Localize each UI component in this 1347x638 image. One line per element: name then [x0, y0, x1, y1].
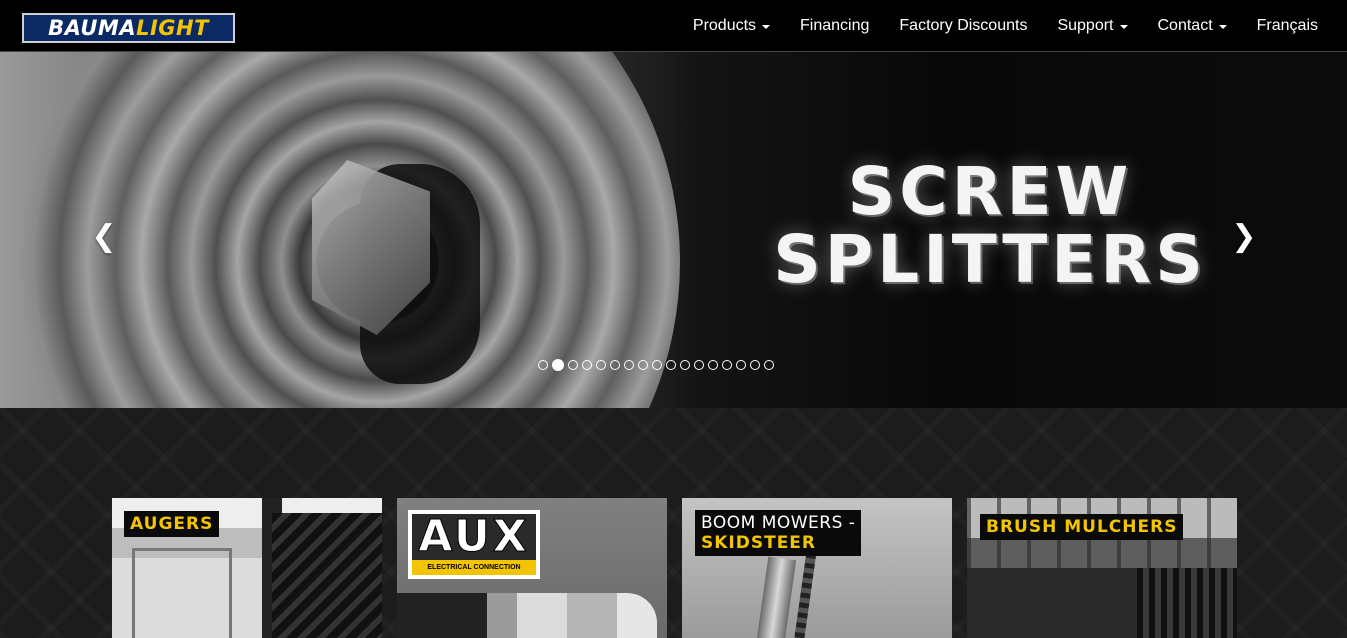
main-menu: Products Financing Factory Discounts Sup…	[678, 0, 1333, 52]
nav-label: Français	[1256, 17, 1318, 34]
electrical-connector-image	[397, 593, 657, 638]
carousel-indicator-dot[interactable]	[750, 360, 760, 370]
hero-carousel: SCREW SPLITTERS ❮ ❯	[0, 52, 1347, 408]
top-navbar: BAUMA LIGHT Products Financing Factory Di…	[0, 0, 1347, 52]
nav-label: Financing	[800, 17, 870, 34]
hero-title-line2: SPLITTERS	[773, 221, 1207, 298]
carousel-indicator-dot[interactable]	[736, 360, 746, 370]
nav-label: Contact	[1157, 17, 1213, 34]
carousel-indicator-dot[interactable]	[652, 360, 662, 370]
nav-item-financing[interactable]: Financing	[785, 0, 884, 52]
product-card-augers[interactable]: AUGERS	[112, 498, 382, 638]
carousel-indicator-dot[interactable]	[538, 360, 548, 370]
card-label-line1: BOOM MOWERS -	[701, 513, 856, 533]
carousel-indicator-dot[interactable]	[764, 360, 774, 370]
card-label-brush-mulchers: BRUSH MULCHERS	[980, 514, 1184, 540]
aux-logo-subtext: ELECTRICAL CONNECTION	[412, 560, 536, 575]
logo-text-bauma: BAUMA	[48, 16, 137, 40]
carousel-indicator-dot[interactable]	[680, 360, 690, 370]
aux-logo-text: AUX	[418, 511, 530, 562]
carousel-indicator-dot[interactable]	[708, 360, 718, 370]
nav-label: Factory Discounts	[899, 17, 1028, 34]
carousel-next-button[interactable]: ❯	[1229, 218, 1259, 254]
nav-item-factory-discounts[interactable]: Factory Discounts	[884, 0, 1042, 52]
baumalight-logo[interactable]: BAUMA LIGHT	[22, 13, 235, 43]
chevron-right-icon: ❯	[1231, 218, 1257, 254]
caret-down-icon	[1119, 25, 1128, 29]
nav-item-contact[interactable]: Contact	[1143, 0, 1242, 52]
nav-item-language[interactable]: Français	[1242, 0, 1333, 52]
carousel-indicator-dot[interactable]	[582, 360, 592, 370]
carousel-indicators	[538, 359, 774, 371]
carousel-indicator-dot[interactable]	[722, 360, 732, 370]
logo-text-light: LIGHT	[136, 16, 209, 40]
carousel-indicator-dot[interactable]	[624, 360, 634, 370]
hero-title: SCREW SPLITTERS	[680, 158, 1300, 294]
nav-label: Products	[692, 17, 757, 34]
carousel-indicator-dot[interactable]	[666, 360, 676, 370]
product-card-boom-mowers[interactable]: BOOM MOWERS - SKIDSTEER	[682, 498, 952, 638]
carousel-indicator-dot[interactable]	[638, 360, 648, 370]
carousel-indicator-dot[interactable]	[610, 360, 620, 370]
hero-title-line1: SCREW	[847, 153, 1133, 230]
carousel-indicator-dot[interactable]	[694, 360, 704, 370]
carousel-indicator-dot[interactable]	[568, 360, 578, 370]
product-card-aux-electrical[interactable]: AUX ELECTRICAL CONNECTION	[397, 498, 667, 638]
nav-item-support[interactable]: Support	[1042, 0, 1142, 52]
nav-item-products[interactable]: Products	[678, 0, 785, 52]
aux-logo: AUX ELECTRICAL CONNECTION	[408, 510, 540, 579]
caret-down-icon	[762, 25, 771, 29]
carousel-indicator-dot[interactable]	[552, 359, 564, 371]
mulcher-machine-image	[1137, 568, 1237, 638]
caret-down-icon	[1218, 25, 1227, 29]
card-label-line2: SKIDSTEER	[701, 533, 817, 553]
nav-label: Support	[1057, 17, 1114, 34]
card-label-boom-mowers: BOOM MOWERS - SKIDSTEER	[695, 510, 862, 556]
auger-frame-image	[132, 548, 232, 638]
carousel-indicator-dot[interactable]	[596, 360, 606, 370]
chevron-left-icon: ❮	[91, 218, 117, 254]
carousel-prev-button[interactable]: ❮	[89, 218, 119, 254]
card-label-augers: AUGERS	[124, 511, 220, 537]
aux-logo-inner: AUX ELECTRICAL CONNECTION	[412, 511, 536, 575]
product-card-brush-mulchers[interactable]: BRUSH MULCHERS	[967, 498, 1237, 638]
auger-machine-image	[272, 513, 382, 638]
